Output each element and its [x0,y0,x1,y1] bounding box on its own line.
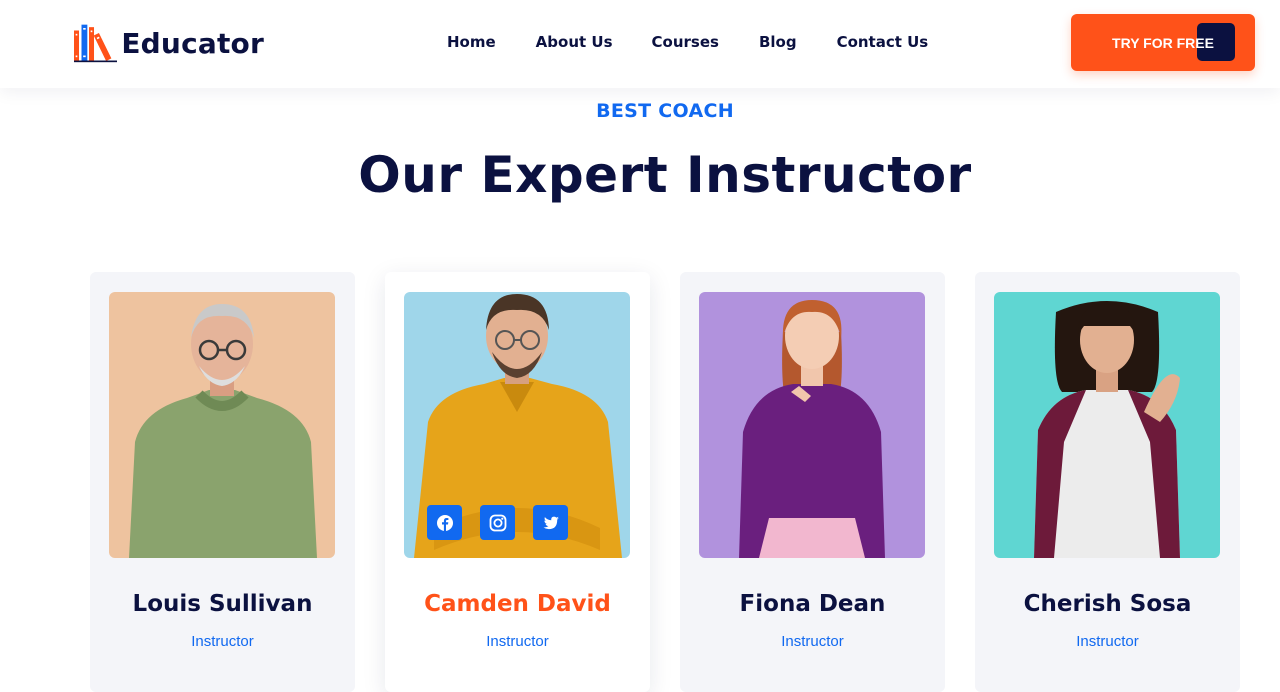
instructor-photo [109,292,335,558]
site-header: Educator Home About Us Courses Blog Cont… [0,0,1280,88]
instagram-icon[interactable] [480,505,515,540]
instructor-role: Instructor [781,633,844,650]
nav-about-us[interactable]: About Us [536,33,613,51]
instructor-name[interactable]: Camden David [385,591,650,617]
instructor-photo [994,292,1220,558]
brand-name: Educator [121,26,264,60]
cta-label: TRY FOR FREE [1112,34,1214,51]
instructor-name[interactable]: Cherish Sosa [975,591,1240,617]
instructor-role: Instructor [191,633,254,650]
instructor-role: Instructor [486,633,549,650]
instructor-name[interactable]: Louis Sullivan [90,591,355,617]
instructor-role: Instructor [1076,633,1139,650]
try-for-free-button[interactable]: TRY FOR FREE [1071,14,1255,71]
section-eyebrow: BEST COACH [596,100,734,122]
nav-blog[interactable]: Blog [759,33,797,51]
social-links [427,505,568,540]
instructor-card-active[interactable]: Camden David Instructor [385,272,650,692]
main-nav: Home About Us Courses Blog Contact Us [447,31,928,53]
instructor-card[interactable]: Fiona Dean Instructor [680,272,945,692]
facebook-icon[interactable] [427,505,462,540]
brand-logo[interactable]: Educator [74,20,264,66]
instructor-card[interactable]: Cherish Sosa Instructor [975,272,1240,692]
nav-contact-us[interactable]: Contact Us [837,33,929,51]
instructor-name[interactable]: Fiona Dean [680,591,945,617]
section-title: Our Expert Instructor [358,146,972,204]
nav-courses[interactable]: Courses [652,33,719,51]
instructor-photo [699,292,925,558]
instructor-card[interactable]: Louis Sullivan Instructor [90,272,355,692]
nav-home[interactable]: Home [447,33,496,51]
books-logo-icon [74,24,118,63]
twitter-icon[interactable] [533,505,568,540]
